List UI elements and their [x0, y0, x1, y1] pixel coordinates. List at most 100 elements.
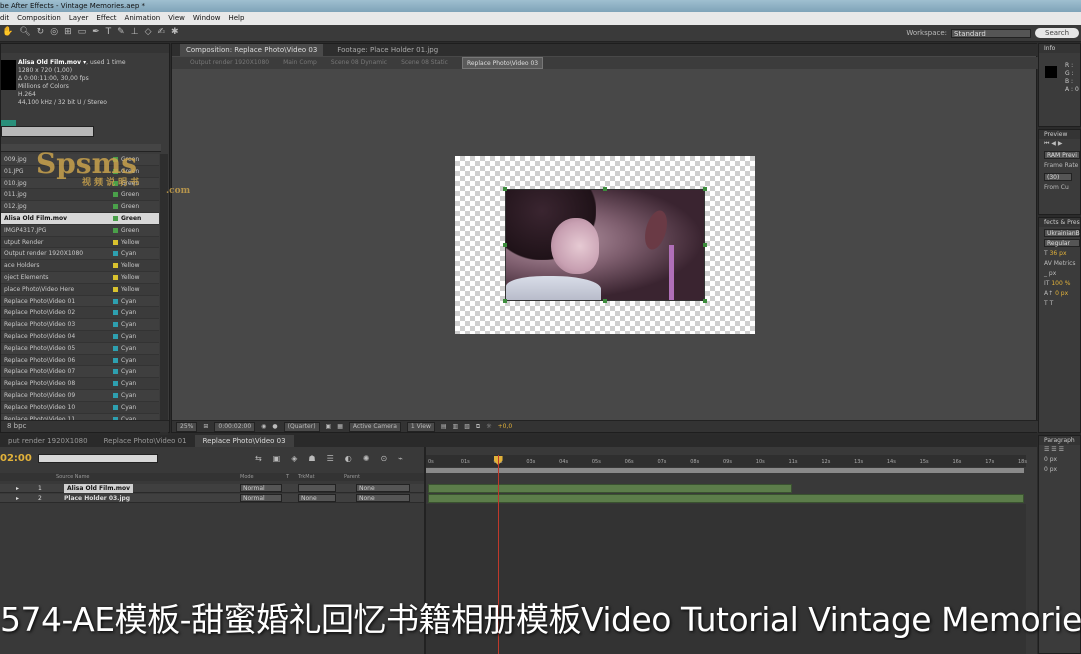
project-item[interactable]: ace Holders Yellow: [1, 260, 159, 272]
project-item[interactable]: Replace Photo\Video 04 Cyan: [1, 331, 159, 343]
flow-comp-link[interactable]: Scene 08 Dynamic: [331, 57, 387, 69]
transparency-grid-icon[interactable]: ▦: [337, 423, 343, 430]
transform-handle[interactable]: [503, 243, 507, 247]
workspace-select[interactable]: Standard: [951, 29, 1031, 38]
timeline-toggle-icon[interactable]: ▧: [464, 423, 470, 430]
camera-select[interactable]: Active Camera: [348, 421, 401, 432]
vertical-scale-row[interactable]: IT 100 %: [1039, 279, 1080, 289]
project-item[interactable]: Replace Photo\Video 07 Cyan: [1, 366, 159, 379]
view-layout-select[interactable]: 1 View: [406, 421, 435, 432]
project-item[interactable]: Replace Photo\Video 05 Cyan: [1, 342, 159, 355]
project-item[interactable]: Replace Photo\Video 01 Cyan: [1, 295, 159, 308]
project-item[interactable]: Output render 1920X1080 Cyan: [1, 248, 159, 261]
menu-item[interactable]: Layer: [69, 12, 89, 25]
exposure-icon[interactable]: ☼: [486, 423, 491, 430]
help-search-input[interactable]: Search: [1035, 28, 1079, 38]
tab-composition[interactable]: Composition: Replace Photo\Video 03: [180, 44, 324, 56]
align-buttons[interactable]: ☰ ☰ ☰: [1039, 445, 1080, 455]
label-color-swatch[interactable]: [113, 251, 118, 257]
puppet-tool-icon[interactable]: ✱: [171, 27, 179, 37]
transform-handle[interactable]: [703, 243, 707, 247]
parent-select[interactable]: None: [356, 494, 410, 502]
magnification-select[interactable]: 25%: [176, 421, 198, 432]
transform-handle[interactable]: [603, 187, 607, 191]
label-color-swatch[interactable]: [113, 345, 118, 351]
region-interest-icon[interactable]: ▣: [326, 423, 332, 430]
frame-blending-icon[interactable]: ☰: [327, 454, 334, 463]
project-item[interactable]: Replace Photo\Video 09 Cyan: [1, 389, 159, 402]
vertical-scale-value[interactable]: 100 %: [1051, 280, 1070, 287]
pen-tool-icon[interactable]: ✒: [92, 27, 100, 37]
transform-handle[interactable]: [703, 187, 707, 191]
font-size-value[interactable]: 36 px: [1050, 250, 1067, 257]
transform-handle[interactable]: [703, 299, 707, 303]
baseline-row[interactable]: A↑ 0 px: [1039, 289, 1080, 299]
graph-editor-icon[interactable]: ⌁: [398, 454, 403, 463]
eraser-tool-icon[interactable]: ◇: [145, 27, 152, 37]
current-time-field[interactable]: 0:00:02:00: [214, 421, 256, 432]
blend-mode-select[interactable]: Normal: [240, 494, 282, 502]
menu-item[interactable]: Help: [228, 12, 244, 25]
stroke-width-value[interactable]: _ px: [1039, 269, 1080, 279]
from-current-checkbox[interactable]: From Cu: [1039, 183, 1080, 193]
tab-footage[interactable]: Footage: Place Holder 01.jpg: [331, 44, 444, 56]
motion-blur-icon[interactable]: ◐: [345, 454, 352, 463]
bit-depth-button[interactable]: 8 bpc: [7, 422, 26, 430]
time-ruler[interactable]: 0s01s02s03s04s05s06s07s08s09s10s11s12s13…: [426, 455, 1027, 467]
label-color-swatch[interactable]: [113, 215, 118, 221]
label-color-swatch[interactable]: [113, 298, 118, 304]
label-color-swatch[interactable]: [113, 381, 118, 387]
layer-name[interactable]: Place Holder 03.jpg: [64, 494, 130, 503]
label-color-swatch[interactable]: [113, 357, 118, 363]
font-size-row[interactable]: T 36 px: [1039, 249, 1080, 259]
exposure-value[interactable]: +0,0: [498, 423, 513, 430]
label-color-swatch[interactable]: [113, 333, 118, 339]
timeline-layer-row[interactable]: ▸ 1 Alisa Old Film.mov Normal None: [0, 484, 424, 493]
space-value[interactable]: 0 px: [1039, 465, 1080, 475]
flow-comp-link[interactable]: Main Comp: [283, 57, 317, 69]
menu-item[interactable]: Effect: [96, 12, 116, 25]
menu-item[interactable]: Animation: [125, 12, 161, 25]
font-family-select[interactable]: UkrainianBr: [1044, 229, 1080, 237]
project-item[interactable]: Alisa Old Film.mov Green: [1, 212, 159, 225]
timeline-current-time[interactable]: 02:00: [0, 453, 32, 464]
ram-preview-select[interactable]: RAM Previ: [1044, 151, 1080, 159]
track-matte-select[interactable]: [298, 484, 336, 492]
text-tool-icon[interactable]: T: [106, 27, 112, 37]
parent-select[interactable]: None: [356, 484, 410, 492]
rotate-tool-icon[interactable]: ↻: [37, 27, 45, 37]
project-item[interactable]: oject Elements Yellow: [1, 271, 159, 284]
label-color-swatch[interactable]: [113, 404, 118, 410]
flow-comp-link[interactable]: Output render 1920X1080: [190, 57, 269, 69]
label-color-swatch[interactable]: [113, 239, 118, 245]
label-color-swatch[interactable]: [113, 369, 118, 375]
layer-name[interactable]: Alisa Old Film.mov: [64, 484, 134, 493]
brush-tool-icon[interactable]: ✎: [117, 27, 125, 37]
layer-duration-bar[interactable]: [428, 494, 1024, 503]
visibility-eye-icon[interactable]: ▸: [16, 484, 19, 493]
project-item[interactable]: utput Render Yellow: [1, 237, 159, 249]
pan-behind-icon[interactable]: ⊞: [64, 27, 72, 37]
label-color-swatch[interactable]: [113, 286, 118, 292]
layer-duration-bar[interactable]: [428, 484, 792, 493]
live-update-icon[interactable]: ▣: [273, 454, 281, 463]
zoom-tool-icon[interactable]: 🔍︎: [19, 27, 30, 37]
kerning-value[interactable]: Metrics: [1054, 260, 1076, 267]
timeline-tab[interactable]: Replace Photo\Video 03: [194, 435, 294, 447]
project-item[interactable]: 012.jpg Green: [1, 201, 159, 213]
flow-comp-link[interactable]: Scene 08 Static: [401, 57, 448, 69]
comp-mini-flowchart-icon[interactable]: ⇆: [255, 454, 262, 463]
hand-tool-icon[interactable]: ✋: [2, 27, 13, 37]
blend-mode-select[interactable]: Normal: [240, 484, 282, 492]
project-item[interactable]: Replace Photo\Video 03 Cyan: [1, 319, 159, 331]
project-item[interactable]: Replace Photo\Video 06 Cyan: [1, 355, 159, 367]
indent-value[interactable]: 0 px: [1039, 455, 1080, 465]
project-item[interactable]: IMGP4317.JPG Green: [1, 224, 159, 237]
label-color-swatch[interactable]: [113, 263, 118, 269]
label-color-swatch[interactable]: [113, 204, 118, 210]
snapshot-icon[interactable]: ◉: [261, 423, 266, 430]
grid-icon[interactable]: ⊞: [203, 423, 208, 430]
project-item[interactable]: Replace Photo\Video 02 Cyan: [1, 307, 159, 320]
shy-layers-icon[interactable]: ☗: [308, 454, 315, 463]
label-color-swatch[interactable]: [113, 392, 118, 398]
